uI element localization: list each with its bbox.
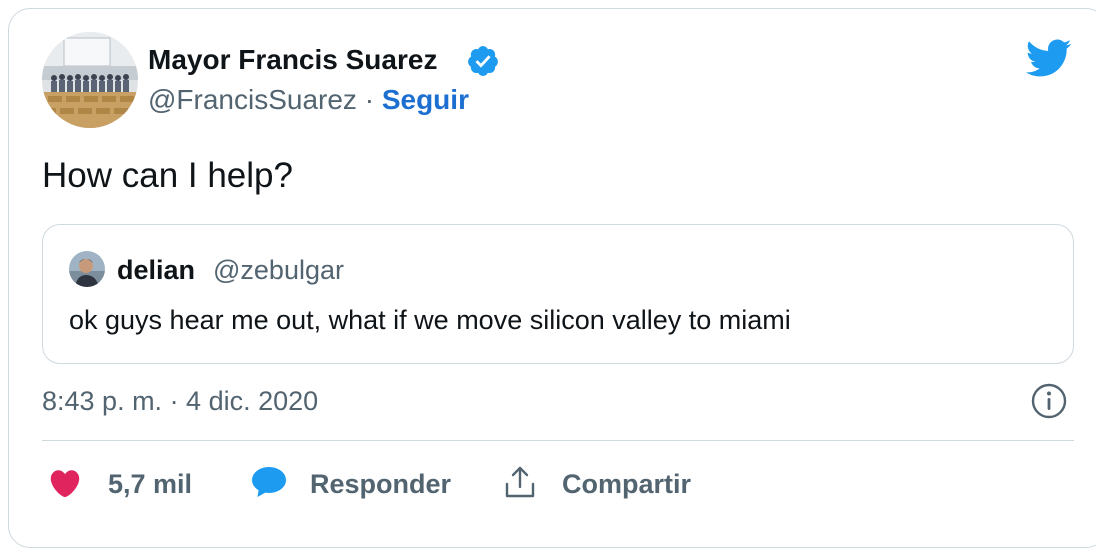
speech-bubble-icon <box>250 465 288 504</box>
quoted-tweet[interactable]: delian @zebulgar ok guys hear me out, wh… <box>42 224 1074 364</box>
author-name[interactable]: Mayor Francis Suarez <box>148 44 437 76</box>
share-arrow-icon <box>502 464 538 505</box>
quoted-tweet-text: ok guys hear me out, what if we move sil… <box>69 305 791 335</box>
quoted-author-handle: @zebulgar <box>213 255 344 285</box>
share-label: Compartir <box>562 468 692 499</box>
quoted-author-avatar <box>69 251 105 287</box>
info-icon[interactable] <box>1030 382 1068 420</box>
heart-icon <box>48 466 82 503</box>
author-avatar[interactable] <box>42 32 138 128</box>
follow-button[interactable]: Seguir <box>382 84 469 115</box>
tweet-text: How can I help? <box>42 156 293 195</box>
verified-badge-icon <box>466 44 500 78</box>
author-handle[interactable]: @FrancisSuarez <box>148 84 357 115</box>
share-button[interactable]: Compartir <box>502 464 691 504</box>
twitter-bird-icon[interactable] <box>1024 38 1072 78</box>
divider <box>42 440 1074 441</box>
quoted-author-name: delian <box>117 255 196 285</box>
author-handle-row: @FrancisSuarez · Seguir <box>148 84 469 116</box>
reply-label: Responder <box>310 468 452 499</box>
like-count: 5,7 mil <box>108 468 193 499</box>
reply-button[interactable]: Responder <box>250 464 451 504</box>
tweet-timestamp[interactable]: 8:43 p. m. · 4 dic. 2020 <box>42 386 318 417</box>
like-button[interactable]: 5,7 mil <box>48 464 192 504</box>
handle-separator: · <box>364 84 375 115</box>
